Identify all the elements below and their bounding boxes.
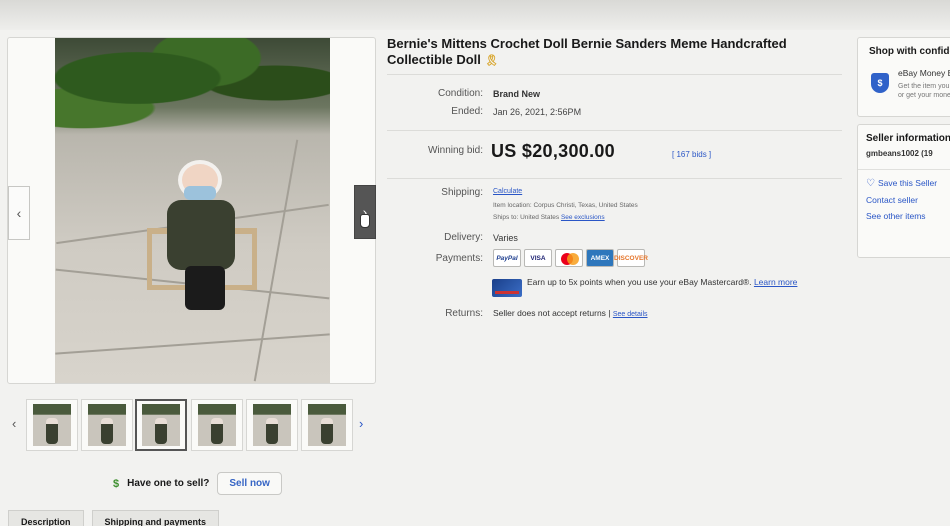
thumbnail-6[interactable] [301, 399, 353, 451]
heart-icon: ♡ [866, 178, 875, 189]
browser-top-bar [0, 0, 950, 30]
thumbnail-4[interactable] [191, 399, 243, 451]
divider [387, 130, 842, 131]
seller-information-title: Seller information [866, 133, 950, 144]
returns-label: Returns: [445, 308, 483, 319]
gallery-next-button[interactable]: › [354, 185, 376, 239]
dollar-icon: $ [113, 477, 120, 490]
shop-with-confidence-title: Shop with confidence [869, 46, 950, 57]
thumbnail-1[interactable] [26, 399, 78, 451]
mastercard-icon [555, 249, 583, 267]
delivery-label: Delivery: [444, 232, 483, 243]
main-product-image[interactable] [55, 38, 330, 383]
thumbnail-next-button[interactable]: › [359, 416, 363, 431]
payments-label: Payments: [435, 253, 483, 264]
save-seller-link[interactable]: ♡ Save this Seller [866, 178, 937, 189]
shield-icon: $ [871, 73, 889, 93]
thumbnail-image [198, 404, 236, 446]
doll-body [167, 200, 235, 270]
item-location: Item location: Corpus Christi, Texas, Un… [493, 202, 638, 209]
amex-icon: AMEX [586, 249, 614, 267]
money-back-description: Get the item you ordered or get your mon… [898, 83, 950, 99]
calculate-shipping-link[interactable]: Calculate [493, 188, 522, 195]
ships-to-text: Ships to: United States [493, 214, 560, 221]
ended-value: Jan 26, 2021, 2:56PM [493, 107, 582, 117]
doll-mask [184, 186, 216, 200]
chevron-left-icon: ‹ [16, 205, 22, 221]
thumbnail-image [308, 404, 346, 446]
winning-bid-label: Winning bid: [427, 145, 483, 156]
bid-count-link[interactable]: [ 167 bids ] [672, 150, 711, 159]
image-gallery: ‹ › [7, 37, 376, 384]
paypal-icon: PayPal [493, 249, 521, 267]
learn-more-link[interactable]: Learn more [754, 277, 797, 287]
divider [387, 178, 842, 179]
doll-legs [185, 266, 225, 310]
sell-now-button[interactable]: Sell now [217, 472, 282, 495]
sell-prompt-row: $ Have one to sell? Sell now [113, 472, 282, 495]
listing-title: Bernie's Mittens Crochet Doll Bernie San… [387, 36, 827, 69]
money-back-title: eBay Money Back Guarantee [898, 68, 950, 78]
condition-value: Brand New [493, 89, 541, 99]
ribbon-icon: 🎗 [484, 55, 499, 67]
divider [858, 169, 950, 170]
thumbnail-image [33, 404, 71, 446]
mouse-cursor-icon [360, 214, 370, 228]
contact-seller-link[interactable]: Contact seller [866, 195, 918, 205]
ebay-mastercard-icon [492, 279, 522, 297]
winning-bid-value: US $20,300.00 [491, 141, 615, 161]
thumbnail-strip: ‹ › [7, 396, 376, 454]
seller-id[interactable]: gmbeans1002 (19 [866, 149, 933, 158]
thumbnail-image [142, 404, 180, 446]
mastercard-promo-text: Earn up to 5x points when you use your e… [527, 277, 752, 287]
plant-background [55, 38, 330, 138]
payment-methods: PayPal VISA AMEX DISCOVER [493, 249, 648, 267]
see-other-items-link[interactable]: See other items [866, 211, 926, 221]
listing-title-text: Bernie's Mittens Crochet Doll Bernie San… [387, 36, 787, 67]
discover-icon: DISCOVER [614, 249, 648, 267]
thumbnail-5[interactable] [246, 399, 298, 451]
returns-text: Seller does not accept returns | [493, 308, 611, 318]
see-exclusions-link[interactable]: See exclusions [561, 214, 605, 221]
thumbnail-image [253, 404, 291, 446]
thumbnail-image [88, 404, 126, 446]
shipping-label: Shipping: [441, 187, 483, 198]
condition-label: Condition: [437, 88, 483, 99]
mastercard-promo: Earn up to 5x points when you use your e… [527, 277, 832, 288]
ended-label: Ended: [451, 106, 483, 117]
thumbnail-3-active[interactable] [135, 399, 187, 451]
ships-to: Ships to: United States See exclusions [493, 214, 605, 221]
gallery-prev-button[interactable]: ‹ [8, 186, 30, 240]
listing-tabs: Description Shipping and payments [8, 510, 220, 526]
visa-icon: VISA [524, 249, 552, 267]
thumbnail-2[interactable] [81, 399, 133, 451]
delivery-value: Varies [493, 233, 518, 243]
thumbnail-prev-button[interactable]: ‹ [12, 416, 16, 431]
sell-prompt-text: Have one to sell? [127, 478, 210, 489]
seller-information-panel: Seller information gmbeans1002 (19 ♡ Save… [857, 124, 950, 258]
floor-tile-line [253, 139, 299, 382]
save-seller-text: Save this Seller [877, 178, 938, 188]
shop-with-confidence-panel: Shop with confidence $ eBay Money Back G… [857, 37, 950, 117]
see-details-link[interactable]: See details [613, 311, 648, 318]
floor-tile-line [55, 333, 330, 355]
tab-description[interactable]: Description [8, 510, 84, 526]
tab-shipping-and-payments[interactable]: Shipping and payments [91, 510, 220, 526]
divider [387, 74, 842, 75]
returns-value: Seller does not accept returns | See det… [493, 308, 648, 318]
